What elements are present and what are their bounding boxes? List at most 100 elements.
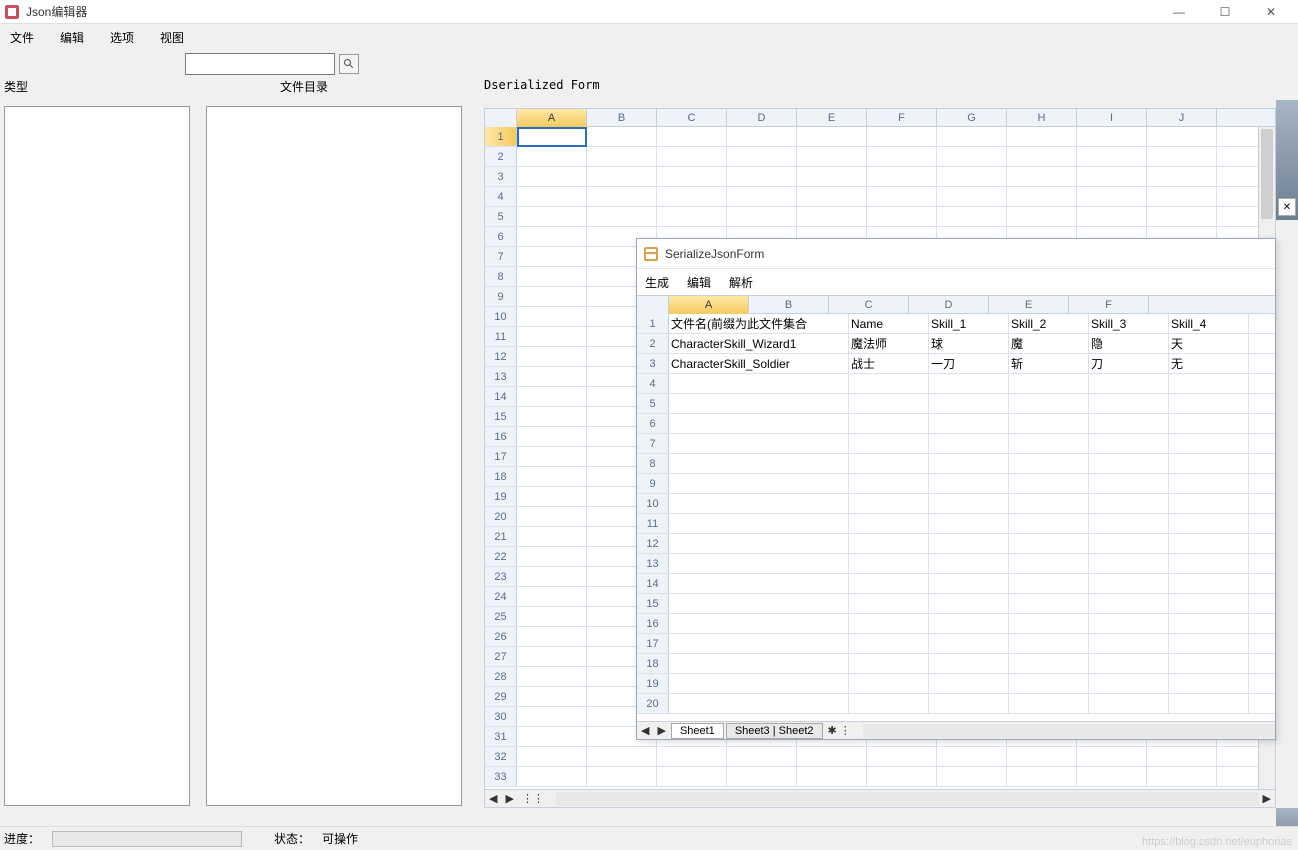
cell[interactable] xyxy=(727,207,797,227)
cell[interactable]: 斩 xyxy=(1009,354,1089,374)
cell[interactable] xyxy=(1089,534,1169,554)
cell[interactable] xyxy=(929,414,1009,434)
cell[interactable] xyxy=(517,747,587,767)
cell[interactable] xyxy=(517,547,587,567)
cell[interactable] xyxy=(517,487,587,507)
cell[interactable] xyxy=(867,167,937,187)
cell[interactable] xyxy=(669,374,849,394)
cell[interactable] xyxy=(517,267,587,287)
menu-options[interactable]: 选项 xyxy=(106,27,138,48)
child-menu-edit[interactable]: 编辑 xyxy=(687,274,711,291)
cell[interactable] xyxy=(1089,654,1169,674)
cell[interactable] xyxy=(1089,674,1169,694)
cell[interactable] xyxy=(1009,494,1089,514)
cell[interactable] xyxy=(849,614,929,634)
cell[interactable] xyxy=(657,207,727,227)
row-header-6[interactable]: 6 xyxy=(637,414,669,433)
child-menu-parse[interactable]: 解析 xyxy=(729,274,753,291)
row-header-15[interactable]: 15 xyxy=(637,594,669,613)
cell[interactable] xyxy=(1089,594,1169,614)
cell[interactable] xyxy=(1089,434,1169,454)
col-header-E[interactable]: E xyxy=(797,109,867,127)
col-header-G[interactable]: G xyxy=(937,109,1007,127)
row-header-14[interactable]: 14 xyxy=(485,387,517,406)
cell[interactable] xyxy=(517,707,587,727)
cell[interactable] xyxy=(587,767,657,787)
row-header-24[interactable]: 24 xyxy=(485,587,517,606)
cell[interactable] xyxy=(669,534,849,554)
col-header-F[interactable]: F xyxy=(867,109,937,127)
sheet-tab[interactable]: Sheet3 | Sheet2 xyxy=(726,723,823,739)
col-header-E[interactable]: E xyxy=(989,296,1069,314)
cell[interactable] xyxy=(669,434,849,454)
child-titlebar[interactable]: SerializeJsonForm xyxy=(637,239,1275,269)
cell[interactable] xyxy=(657,747,727,767)
cell[interactable] xyxy=(517,167,587,187)
cell[interactable] xyxy=(867,767,937,787)
serialize-json-form-window[interactable]: SerializeJsonForm 生成 编辑 解析 ABCDEF1文件名(前缀… xyxy=(636,238,1276,740)
cell[interactable] xyxy=(1089,494,1169,514)
cell[interactable] xyxy=(1089,554,1169,574)
cell[interactable] xyxy=(1077,127,1147,147)
cell[interactable] xyxy=(1007,747,1077,767)
cell[interactable] xyxy=(587,187,657,207)
cell[interactable] xyxy=(929,394,1009,414)
cell[interactable] xyxy=(669,694,849,714)
cell[interactable] xyxy=(517,387,587,407)
row-header-20[interactable]: 20 xyxy=(485,507,517,526)
cell[interactable] xyxy=(1077,747,1147,767)
child-grid[interactable]: ABCDEF1文件名(前缀为此文件集合NameSkill_1Skill_2Ski… xyxy=(637,296,1275,739)
tab-nav-prev[interactable]: ◀ xyxy=(637,724,653,737)
cell[interactable] xyxy=(727,147,797,167)
cell[interactable] xyxy=(669,474,849,494)
cell[interactable]: Skill_4 xyxy=(1169,314,1249,334)
row-header-9[interactable]: 9 xyxy=(637,474,669,493)
cell[interactable] xyxy=(1169,494,1249,514)
tab-nav-prev[interactable]: ◀ xyxy=(485,792,501,805)
cell[interactable] xyxy=(937,167,1007,187)
cell[interactable] xyxy=(1169,434,1249,454)
cell[interactable] xyxy=(1169,374,1249,394)
cell[interactable] xyxy=(669,414,849,434)
cell[interactable] xyxy=(867,127,937,147)
cell[interactable] xyxy=(1007,767,1077,787)
cell[interactable] xyxy=(1147,187,1217,207)
row-header-25[interactable]: 25 xyxy=(485,607,517,626)
cell[interactable] xyxy=(517,187,587,207)
close-button[interactable]: ✕ xyxy=(1248,0,1294,24)
minimize-button[interactable]: — xyxy=(1156,0,1202,24)
cell[interactable] xyxy=(867,207,937,227)
cell[interactable]: CharacterSkill_Wizard1 xyxy=(669,334,849,354)
row-header-4[interactable]: 4 xyxy=(637,374,669,393)
cell[interactable]: Name xyxy=(849,314,929,334)
cell[interactable] xyxy=(849,574,929,594)
cell[interactable] xyxy=(1089,474,1169,494)
cell[interactable] xyxy=(1147,147,1217,167)
cell[interactable] xyxy=(1169,454,1249,474)
cell[interactable] xyxy=(929,474,1009,494)
cell[interactable] xyxy=(929,434,1009,454)
cell[interactable] xyxy=(937,767,1007,787)
cell[interactable]: 魔法师 xyxy=(849,334,929,354)
cell[interactable] xyxy=(1007,127,1077,147)
cell[interactable] xyxy=(849,514,929,534)
tab-nav-next[interactable]: ▶ xyxy=(653,724,669,737)
cell[interactable] xyxy=(849,594,929,614)
cell[interactable] xyxy=(1147,127,1217,147)
h-scrollbar[interactable] xyxy=(863,724,1275,738)
row-header-22[interactable]: 22 xyxy=(485,547,517,566)
cell[interactable] xyxy=(1169,614,1249,634)
cell[interactable] xyxy=(937,127,1007,147)
cell[interactable] xyxy=(1169,554,1249,574)
cell[interactable] xyxy=(1009,634,1089,654)
cell[interactable] xyxy=(669,634,849,654)
cell[interactable] xyxy=(669,454,849,474)
cell[interactable]: 无 xyxy=(1169,354,1249,374)
panel-type[interactable] xyxy=(4,106,190,806)
row-header-4[interactable]: 4 xyxy=(485,187,517,206)
cell[interactable] xyxy=(517,407,587,427)
cell[interactable] xyxy=(1009,534,1089,554)
cell[interactable] xyxy=(929,454,1009,474)
cell[interactable] xyxy=(1009,414,1089,434)
cell[interactable] xyxy=(657,187,727,207)
